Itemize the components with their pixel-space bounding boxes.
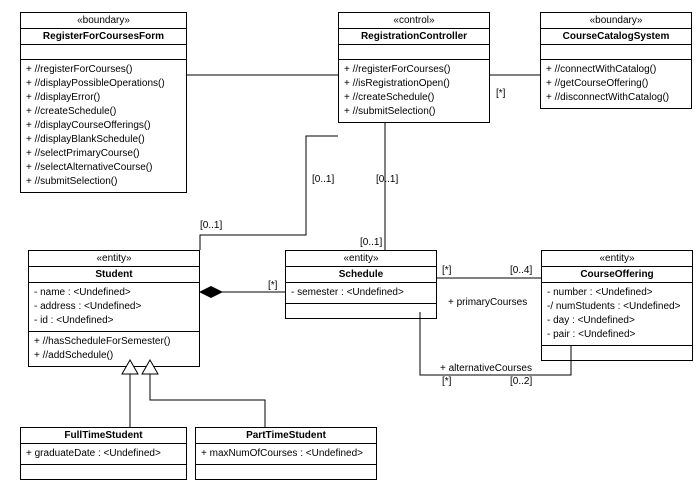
op: + //displayCourseOfferings() [26, 119, 181, 133]
operations [542, 346, 692, 360]
op: + //displayError() [26, 91, 181, 105]
class-student: «entity» Student - name : <Undefined> - … [28, 250, 200, 367]
mult-label: [*] [496, 88, 505, 99]
op: + //selectPrimaryCourse() [26, 147, 181, 161]
attr: + maxNumOfCourses : <Undefined> [201, 447, 371, 461]
op: + //displayPossibleOperations() [26, 77, 181, 91]
attr: - number : <Undefined> [547, 286, 687, 300]
role-label: + alternativeCourses [440, 363, 532, 374]
attributes: - number : <Undefined> -/ numStudents : … [542, 283, 692, 346]
operations: + //hasScheduleForSemester() + //addSche… [29, 332, 199, 366]
attributes: - semester : <Undefined> [286, 283, 436, 304]
op: + //createSchedule() [26, 105, 181, 119]
attributes [541, 45, 691, 60]
attr: - day : <Undefined> [547, 314, 687, 328]
stereotype: «entity» [29, 251, 199, 267]
op: + //hasScheduleForSemester() [34, 335, 194, 349]
attributes: + graduateDate : <Undefined> [21, 444, 186, 465]
operations [196, 465, 376, 479]
operations [21, 465, 186, 479]
operations: + //registerForCourses() + //isRegistrat… [339, 60, 489, 122]
attributes [21, 45, 186, 60]
stereotype: «boundary» [21, 13, 186, 29]
op: + //disconnectWithCatalog() [546, 91, 686, 105]
class-name: FullTimeStudent [21, 428, 186, 444]
stereotype: «control» [339, 13, 489, 29]
op: + //submitSelection() [344, 105, 484, 119]
class-name: CourseCatalogSystem [541, 29, 691, 45]
attr: - name : <Undefined> [34, 286, 194, 300]
mult-label: [*] [268, 280, 277, 291]
class-name: PartTimeStudent [196, 428, 376, 444]
mult-label: [0..4] [510, 265, 532, 276]
class-name: Schedule [286, 267, 436, 283]
op: + //connectWithCatalog() [546, 63, 686, 77]
attr: -/ numStudents : <Undefined> [547, 300, 687, 314]
stereotype: «entity» [286, 251, 436, 267]
operations: + //connectWithCatalog() + //getCourseOf… [541, 60, 691, 108]
class-name: Student [29, 267, 199, 283]
operations [286, 304, 436, 318]
class-registration-controller: «control» RegistrationController + //reg… [338, 12, 490, 123]
class-course-offering: «entity» CourseOffering - number : <Unde… [541, 250, 693, 361]
op: + //selectAlternativeCourse() [26, 161, 181, 175]
class-name: CourseOffering [542, 267, 692, 283]
attributes: + maxNumOfCourses : <Undefined> [196, 444, 376, 465]
op: + //addSchedule() [34, 349, 194, 363]
stereotype: «boundary» [541, 13, 691, 29]
attr: - semester : <Undefined> [291, 286, 431, 300]
stereotype: «entity» [542, 251, 692, 267]
mult-label: [*] [442, 265, 451, 276]
class-full-time-student: FullTimeStudent + graduateDate : <Undefi… [20, 427, 187, 480]
mult-label: [0..1] [312, 174, 334, 185]
op: + //isRegistrationOpen() [344, 77, 484, 91]
mult-label: [0..1] [376, 174, 398, 185]
class-course-catalog-system: «boundary» CourseCatalogSystem + //conne… [540, 12, 692, 109]
attr: + graduateDate : <Undefined> [26, 447, 181, 461]
class-name: RegisterForCoursesForm [21, 29, 186, 45]
mult-label: [0..1] [200, 220, 222, 231]
mult-label: [0..1] [360, 237, 382, 248]
class-name: RegistrationController [339, 29, 489, 45]
mult-label: [*] [442, 376, 451, 387]
role-label: + primaryCourses [448, 297, 527, 308]
attr: - pair : <Undefined> [547, 328, 687, 342]
attributes [339, 45, 489, 60]
class-register-for-courses-form: «boundary» RegisterForCoursesForm + //re… [20, 12, 187, 193]
operations: + //registerForCourses() + //displayPoss… [21, 60, 186, 192]
class-schedule: «entity» Schedule - semester : <Undefine… [285, 250, 437, 319]
op: + //submitSelection() [26, 175, 181, 189]
attr: - id : <Undefined> [34, 314, 194, 328]
op: + //getCourseOffering() [546, 77, 686, 91]
op: + //registerForCourses() [26, 63, 181, 77]
attributes: - name : <Undefined> - address : <Undefi… [29, 283, 199, 332]
op: + //displayBlankSchedule() [26, 133, 181, 147]
class-part-time-student: PartTimeStudent + maxNumOfCourses : <Und… [195, 427, 377, 480]
op: + //registerForCourses() [344, 63, 484, 77]
op: + //createSchedule() [344, 91, 484, 105]
mult-label: [0..2] [510, 376, 532, 387]
attr: - address : <Undefined> [34, 300, 194, 314]
